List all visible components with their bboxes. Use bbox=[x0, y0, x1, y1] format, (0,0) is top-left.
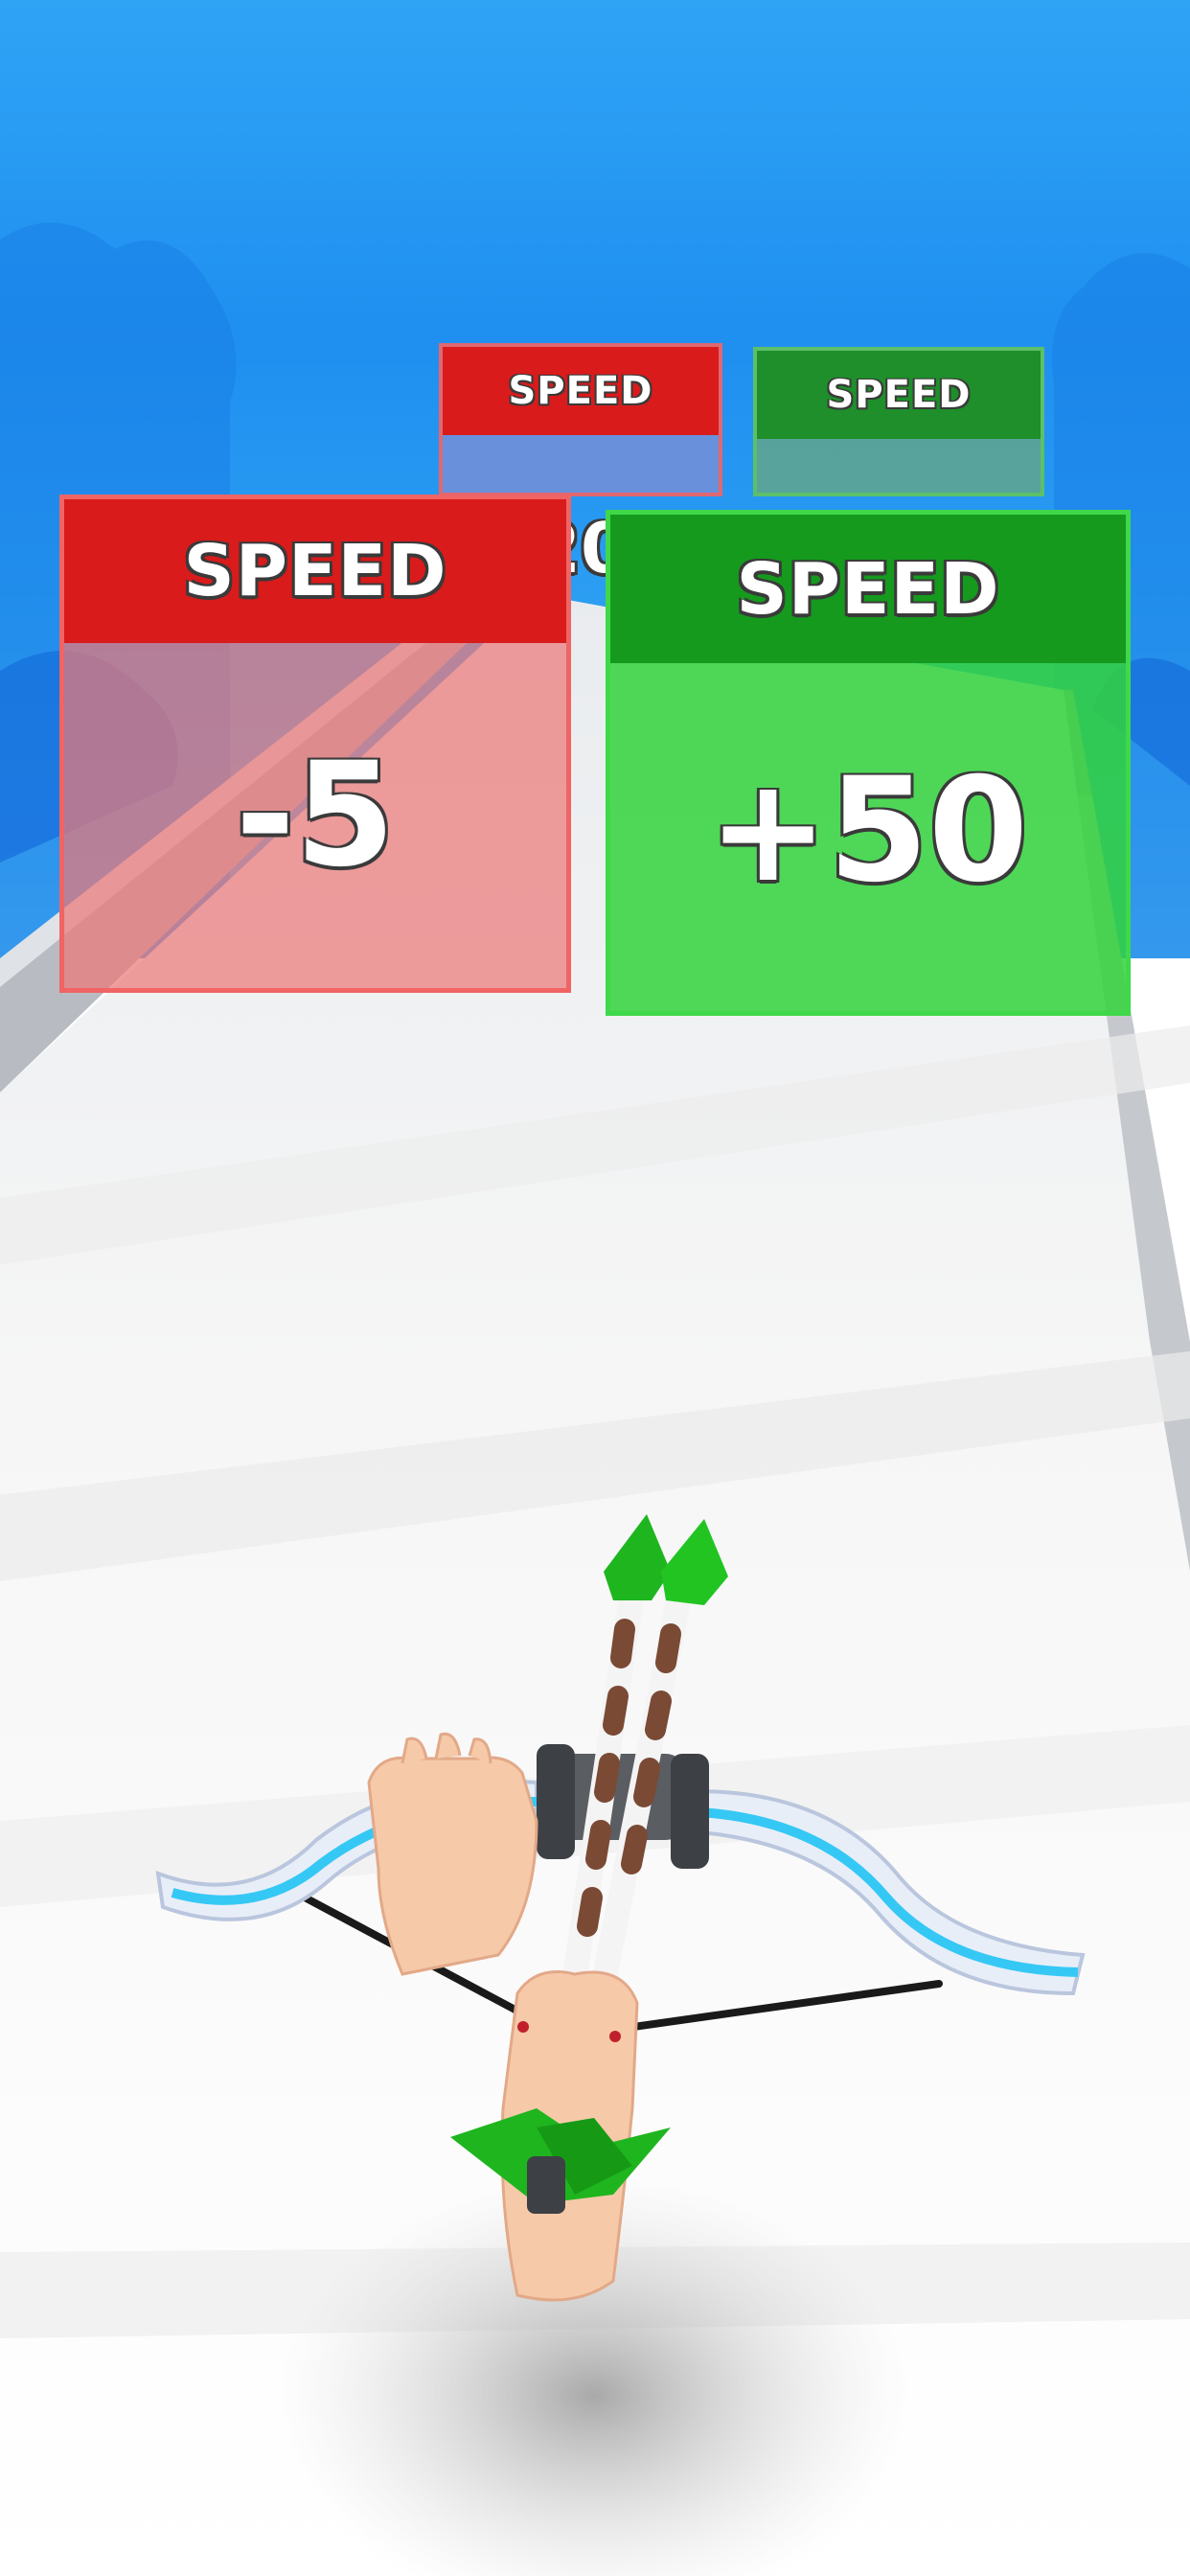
player-bow-icon[interactable] bbox=[0, 0, 1190, 2576]
left-hand-icon bbox=[367, 1732, 538, 1976]
game-scene[interactable]: SPEED 20 SPEED SPEED -5 SPEED +50 bbox=[0, 0, 1190, 2576]
arrow-fletching-icon bbox=[450, 2108, 671, 2214]
arrow-heads-icon bbox=[604, 1514, 728, 1605]
